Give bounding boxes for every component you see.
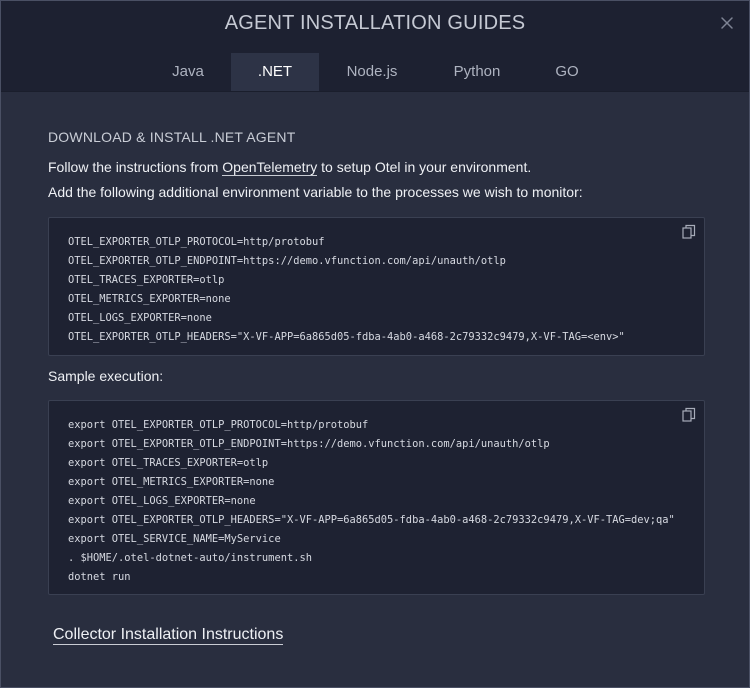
copy-icon[interactable] <box>682 224 696 240</box>
code-line: export OTEL_LOGS_EXPORTER=none <box>68 495 256 507</box>
code-line: export OTEL_EXPORTER_OTLP_HEADERS="X-VF-… <box>68 514 675 526</box>
opentelemetry-link[interactable]: OpenTelemetry <box>222 159 318 176</box>
tab-dotnet[interactable]: .NET <box>231 53 319 91</box>
env-variables-code-block: OTEL_EXPORTER_OTLP_PROTOCOL=http/protobu… <box>48 217 705 356</box>
code-line: . $HOME/.otel-dotnet-auto/instrument.sh <box>68 552 312 564</box>
code-line: export OTEL_METRICS_EXPORTER=none <box>68 476 275 488</box>
instructions-line: Follow the instructions from OpenTelemet… <box>48 159 532 176</box>
section-title: DOWNLOAD & INSTALL .NET AGENT <box>48 129 296 145</box>
code-line: export OTEL_EXPORTER_OTLP_PROTOCOL=http/… <box>68 419 369 431</box>
code-line: OTEL_METRICS_EXPORTER=none <box>68 293 231 305</box>
env-variable-instructions: Add the following additional environment… <box>48 184 583 200</box>
tab-python[interactable]: Python <box>437 53 517 91</box>
code-line: OTEL_LOGS_EXPORTER=none <box>68 312 212 324</box>
code-line: dotnet run <box>68 571 131 583</box>
agent-installation-modal: AGENT INSTALLATION GUIDES Java .NET Node… <box>0 0 750 688</box>
code-line: OTEL_EXPORTER_OTLP_ENDPOINT=https://demo… <box>68 255 506 267</box>
modal-title: AGENT INSTALLATION GUIDES <box>224 12 526 34</box>
instructions-suffix: to setup Otel in your environment. <box>317 159 532 175</box>
modal-header: AGENT INSTALLATION GUIDES Java .NET Node… <box>1 1 749 92</box>
tab-java[interactable]: Java <box>147 53 229 91</box>
code-line: export OTEL_EXPORTER_OTLP_ENDPOINT=https… <box>68 438 550 450</box>
copy-icon[interactable] <box>682 407 696 423</box>
language-tabs: Java .NET Node.js Python GO <box>1 53 749 91</box>
code-line: export OTEL_SERVICE_NAME=MyService <box>68 533 281 545</box>
sample-code-lines: export OTEL_EXPORTER_OTLP_PROTOCOL=http/… <box>68 416 675 587</box>
code-line: OTEL_TRACES_EXPORTER=otlp <box>68 274 225 286</box>
code-line: OTEL_EXPORTER_OTLP_HEADERS="X-VF-APP=6a8… <box>68 331 625 343</box>
tab-go[interactable]: GO <box>535 53 599 91</box>
code-line: OTEL_EXPORTER_OTLP_PROTOCOL=http/protobu… <box>68 236 325 248</box>
instructions-prefix: Follow the instructions from <box>48 159 223 175</box>
close-icon[interactable] <box>719 14 735 32</box>
code-line: export OTEL_TRACES_EXPORTER=otlp <box>68 457 269 469</box>
sample-execution-label: Sample execution: <box>48 368 164 384</box>
sample-execution-code-block: export OTEL_EXPORTER_OTLP_PROTOCOL=http/… <box>48 400 705 595</box>
tab-nodejs[interactable]: Node.js <box>329 53 415 91</box>
env-code-lines: OTEL_EXPORTER_OTLP_PROTOCOL=http/protobu… <box>68 233 625 347</box>
collector-installation-link[interactable]: Collector Installation Instructions <box>53 625 284 645</box>
